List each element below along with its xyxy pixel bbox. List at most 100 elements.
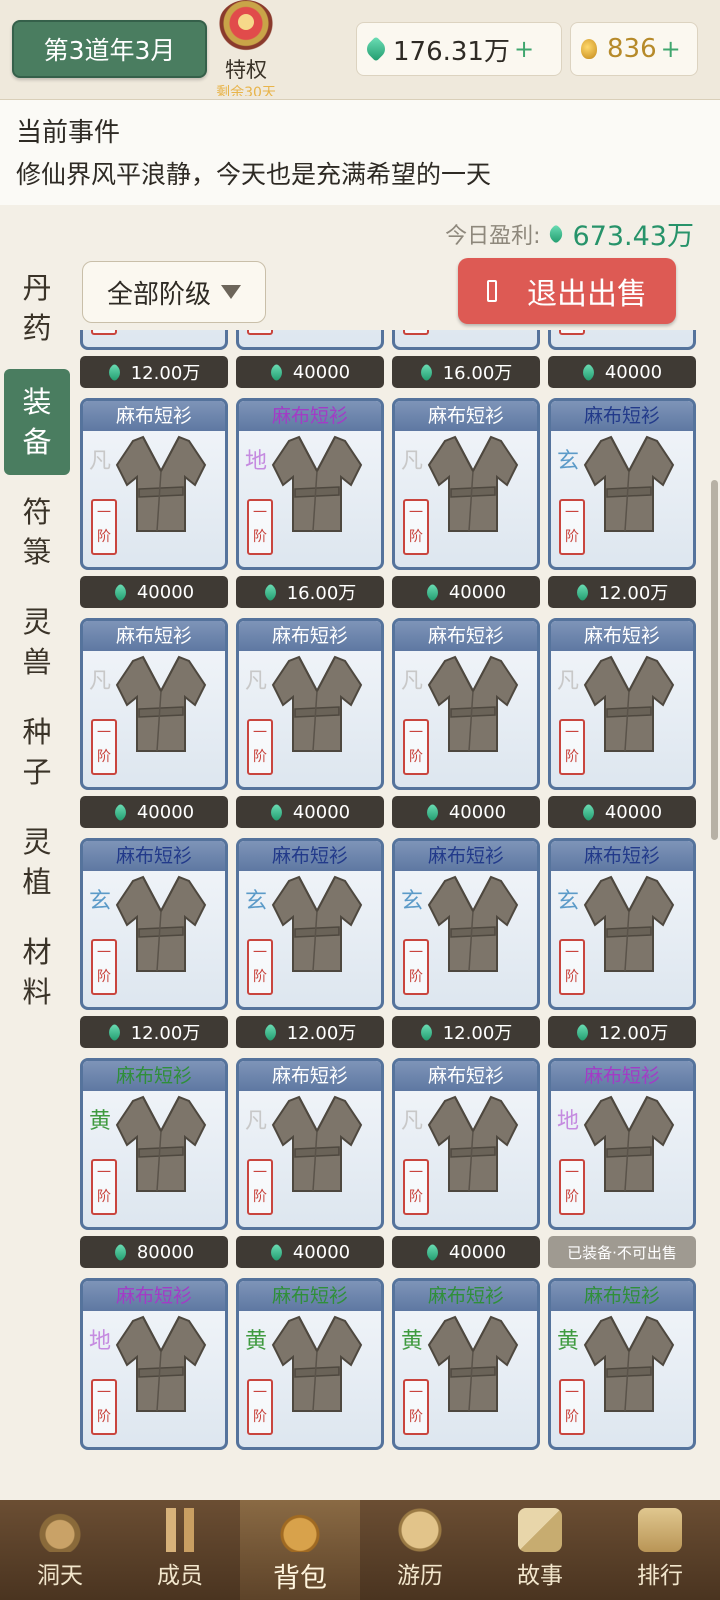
item-card[interactable]: 麻布短衫 凡 一阶 xyxy=(236,1058,384,1230)
item-card[interactable]: 麻布短衫 玄 一阶 xyxy=(392,838,540,1010)
price-tag[interactable]: 40000 xyxy=(548,356,696,388)
price-tag[interactable]: 40000 xyxy=(236,796,384,828)
item-cell[interactable]: 麻布短衫 地 一阶 xyxy=(80,1278,228,1488)
sidebar-item-6[interactable]: 材料 xyxy=(4,919,70,1025)
profit-value: 673.43万 xyxy=(572,221,694,252)
exit-sell-button[interactable]: 退出出售 xyxy=(458,258,676,324)
item-card[interactable]: 麻布短衫 凡 一阶 xyxy=(392,398,540,570)
gold-add-button[interactable]: + xyxy=(661,35,681,63)
jade-add-button[interactable]: + xyxy=(514,35,534,63)
nav-item-0[interactable]: 洞天 xyxy=(0,1500,120,1600)
nav-item-5[interactable]: 排行 xyxy=(600,1500,720,1600)
price-tag[interactable]: 40000 xyxy=(80,576,228,608)
item-card[interactable]: 麻布短衫 黄 一阶 xyxy=(548,1278,696,1450)
sidebar-item-5[interactable]: 灵植 xyxy=(4,809,70,915)
price-tag[interactable]: 12.00万 xyxy=(392,1016,540,1048)
item-cell[interactable]: 麻布短衫 凡 一阶 40000 xyxy=(392,618,540,828)
jade-icon xyxy=(267,1242,286,1262)
item-cell[interactable]: 麻布短衫 玄 一阶 12.00万 xyxy=(548,398,696,608)
price-tag[interactable]: 40000 xyxy=(392,576,540,608)
price-tag[interactable]: 40000 xyxy=(80,796,228,828)
item-cell[interactable]: 麻布短衫 凡 一阶 40000 xyxy=(548,618,696,828)
sidebar-item-4[interactable]: 种子 xyxy=(4,699,70,805)
item-cell[interactable]: 麻布短衫 黄 一阶 xyxy=(236,1278,384,1488)
item-card[interactable]: 麻布短衫 地 一阶 xyxy=(80,1278,228,1450)
item-grid-viewport[interactable]: 麻布短衫 玄 一阶 12.00万 麻布短衫 凡 一阶 40000 麻布短衫 地 … xyxy=(72,330,720,1500)
item-cell[interactable]: 麻布短衫 地 一阶 已装备·不可出售 xyxy=(548,1058,696,1268)
item-card[interactable]: 麻布短衫 凡 一阶 xyxy=(548,618,696,790)
item-card[interactable]: 麻布短衫 凡 一阶 xyxy=(236,330,384,350)
item-card[interactable]: 麻布短衫 玄 一阶 xyxy=(548,838,696,1010)
item-cell[interactable]: 麻布短衫 凡 一阶 40000 xyxy=(548,330,696,388)
linen-shirt-icon xyxy=(115,1095,207,1192)
price-tag[interactable]: 16.00万 xyxy=(392,356,540,388)
grade-seal: 一阶 xyxy=(91,1159,117,1215)
price-tag[interactable]: 40000 xyxy=(236,1236,384,1268)
privilege-button[interactable]: 特权 剩余30天 xyxy=(214,0,278,100)
nav-item-3[interactable]: 游历 xyxy=(360,1500,480,1600)
item-cell[interactable]: 麻布短衫 凡 一阶 40000 xyxy=(236,1058,384,1268)
item-cell[interactable]: 麻布短衫 黄 一阶 80000 xyxy=(80,1058,228,1268)
item-cell[interactable]: 麻布短衫 黄 一阶 xyxy=(392,1278,540,1488)
item-cell[interactable]: 麻布短衫 凡 一阶 40000 xyxy=(392,1058,540,1268)
item-card[interactable]: 麻布短衫 黄 一阶 xyxy=(236,1278,384,1450)
item-name: 麻布短衫 xyxy=(551,841,693,871)
price-tag[interactable]: 40000 xyxy=(392,1236,540,1268)
date-button[interactable]: 第3道年3月 xyxy=(12,20,207,78)
item-cell[interactable]: 麻布短衫 玄 一阶 12.00万 xyxy=(392,838,540,1048)
price-text: 16.00万 xyxy=(286,583,357,604)
price-tag[interactable]: 16.00万 xyxy=(236,576,384,608)
item-card[interactable]: 麻布短衫 玄 一阶 xyxy=(80,838,228,1010)
grade-seal: 一阶 xyxy=(247,499,273,555)
item-cell[interactable]: 麻布短衫 玄 一阶 12.00万 xyxy=(80,838,228,1048)
sidebar-item-2[interactable]: 符箓 xyxy=(4,479,70,585)
item-cell[interactable]: 麻布短衫 凡 一阶 40000 xyxy=(80,618,228,828)
item-cell[interactable]: 麻布短衫 玄 一阶 12.00万 xyxy=(548,838,696,1048)
grade-filter-select[interactable]: 全部阶级 xyxy=(82,261,266,323)
item-card[interactable]: 麻布短衫 凡 一阶 xyxy=(392,1058,540,1230)
item-cell[interactable]: 麻布短衫 凡 一阶 40000 xyxy=(80,398,228,608)
price-tag[interactable]: 40000 xyxy=(392,796,540,828)
item-card[interactable]: 麻布短衫 玄 一阶 xyxy=(80,330,228,350)
item-card[interactable]: 麻布短衫 黄 一阶 xyxy=(392,1278,540,1450)
price-tag[interactable]: 12.00万 xyxy=(80,1016,228,1048)
item-card[interactable]: 麻布短衫 玄 一阶 xyxy=(236,838,384,1010)
price-tag[interactable]: 12.00万 xyxy=(80,356,228,388)
item-card[interactable]: 麻布短衫 凡 一阶 xyxy=(392,618,540,790)
sidebar-item-3[interactable]: 灵兽 xyxy=(4,589,70,695)
item-cell[interactable]: 麻布短衫 凡 一阶 40000 xyxy=(236,330,384,388)
item-card[interactable]: 麻布短衫 凡 一阶 xyxy=(80,398,228,570)
item-card[interactable]: 麻布短衫 地 一阶 xyxy=(236,398,384,570)
item-card[interactable]: 麻布短衫 地 一阶 xyxy=(392,330,540,350)
item-cell[interactable]: 麻布短衫 黄 一阶 xyxy=(548,1278,696,1488)
grade-seal: 一阶 xyxy=(403,1379,429,1435)
item-card[interactable]: 麻布短衫 黄 一阶 xyxy=(80,1058,228,1230)
price-tag[interactable]: 40000 xyxy=(236,356,384,388)
item-tier: 凡 xyxy=(401,669,424,694)
item-card[interactable]: 麻布短衫 玄 一阶 xyxy=(548,398,696,570)
price-tag[interactable]: 12.00万 xyxy=(236,1016,384,1048)
gold-balance[interactable]: 836 + xyxy=(570,22,698,76)
item-cell[interactable]: 麻布短衫 地 一阶 16.00万 xyxy=(392,330,540,388)
price-tag[interactable]: 12.00万 xyxy=(548,1016,696,1048)
item-cell[interactable]: 麻布短衫 玄 一阶 12.00万 xyxy=(80,330,228,388)
nav-item-1[interactable]: 成员 xyxy=(120,1500,240,1600)
item-cell[interactable]: 麻布短衫 玄 一阶 12.00万 xyxy=(236,838,384,1048)
jade-balance[interactable]: 176.31万 + xyxy=(356,22,562,76)
item-card[interactable]: 麻布短衫 凡 一阶 xyxy=(236,618,384,790)
item-cell[interactable]: 麻布短衫 地 一阶 16.00万 xyxy=(236,398,384,608)
sidebar-item-1[interactable]: 装备 xyxy=(4,369,70,475)
price-tag[interactable]: 12.00万 xyxy=(548,576,696,608)
nav-item-4[interactable]: 故事 xyxy=(480,1500,600,1600)
price-tag[interactable]: 80000 xyxy=(80,1236,228,1268)
sidebar-item-0[interactable]: 丹药 xyxy=(4,255,70,361)
price-tag[interactable]: 40000 xyxy=(548,796,696,828)
item-card[interactable]: 麻布短衫 凡 一阶 xyxy=(548,330,696,350)
item-cell[interactable]: 麻布短衫 凡 一阶 40000 xyxy=(392,398,540,608)
event-text: 修仙界风平浪静，今天也是充满希望的一天 xyxy=(16,160,492,189)
item-card[interactable]: 麻布短衫 地 一阶 xyxy=(548,1058,696,1230)
item-card[interactable]: 麻布短衫 凡 一阶 xyxy=(80,618,228,790)
item-cell[interactable]: 麻布短衫 凡 一阶 40000 xyxy=(236,618,384,828)
scrollbar[interactable] xyxy=(711,480,718,840)
nav-item-2[interactable]: 背包 xyxy=(240,1500,360,1600)
